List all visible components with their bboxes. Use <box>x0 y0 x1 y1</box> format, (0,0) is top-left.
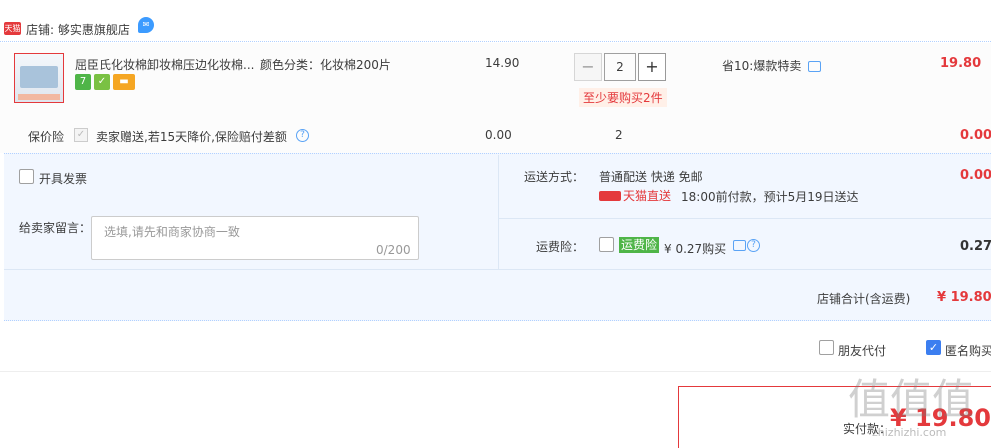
invoice-label[interactable]: 开具发票 <box>39 170 87 187</box>
tmall-direct-text: 天猫直送 <box>623 189 672 203</box>
help-icon[interactable]: ? <box>747 239 760 252</box>
insurance-checkbox: ✓ <box>74 128 88 142</box>
min-quantity-tip: 至少要购买2件 <box>579 88 667 107</box>
help-icon[interactable]: ? <box>296 129 309 142</box>
divider <box>4 269 991 270</box>
unit-price: 14.90 <box>485 56 520 70</box>
divider <box>498 155 499 269</box>
decrease-button[interactable]: − <box>574 53 602 81</box>
chat-bubble-icon[interactable]: ✉ <box>138 17 154 33</box>
insurance-label: 保价险 <box>28 130 65 144</box>
insurance-price: 0.00 <box>485 128 512 142</box>
message-char-count: 0/200 <box>376 243 411 257</box>
product-sku: 颜色分类：化妆棉200片 <box>260 58 391 72</box>
shop-name-link[interactable]: 店铺: 够实惠旗舰店 <box>26 21 130 38</box>
tmall-badge: 天猫 <box>4 22 21 35</box>
product-image-strip <box>18 94 60 100</box>
friend-pay-label[interactable]: 朋友代付 <box>838 342 886 359</box>
increase-button[interactable]: + <box>638 53 666 81</box>
guarantee-icon[interactable]: ✓ <box>94 74 110 90</box>
freight-insurance-label: 运费险： <box>536 240 585 254</box>
shipping-label: 运送方式： <box>524 170 585 184</box>
freight-chat-icon[interactable] <box>733 240 746 251</box>
quantity-stepper: − 2 + <box>574 53 666 81</box>
watermark-url: zhizhizhi.com <box>872 426 947 439</box>
tmall-cat-icon <box>599 190 621 201</box>
freight-insurance-checkbox[interactable] <box>599 237 614 252</box>
shipping-method[interactable]: 普通配送 快递 免邮 <box>599 168 703 185</box>
shipping-eta: 18:00前付款，预计5月19日送达 <box>681 190 859 204</box>
quantity-input[interactable]: 2 <box>604 53 636 81</box>
seven-day-return-icon[interactable]: 7 <box>75 74 91 90</box>
message-placeholder: 选填,请先和商家协商一致 <box>104 225 240 239</box>
service-icons: 7 ✓ ▬ <box>75 74 135 90</box>
item-subtotal: 19.80 <box>940 56 982 71</box>
anonymous-label[interactable]: 匿名购买 <box>945 342 991 359</box>
promo-chat-icon[interactable] <box>808 61 821 72</box>
product-title-link[interactable]: 屈臣氏化妆棉卸妆棉压边化妆棉... <box>75 56 255 73</box>
tmall-direct-logo: 天猫直送 <box>599 187 671 204</box>
insurance-desc: 卖家赠送,若15天降价,保险赔付差额 <box>96 130 287 144</box>
product-image-box <box>20 66 58 88</box>
divider <box>498 218 991 219</box>
freight-insurance-badge: 运费险 <box>619 237 660 253</box>
friend-pay-checkbox[interactable] <box>819 340 834 355</box>
shop-total-label: 店铺合计(含运费) <box>817 292 911 306</box>
freight-insurance-price: ¥ 0.27购买 <box>664 242 727 256</box>
freight-insurance-amount: 0.27 <box>960 239 991 254</box>
insurance-qty: 2 <box>615 128 623 142</box>
shop-total-amount: ¥ 19.80 <box>937 290 991 305</box>
insurance-subtotal: 0.00 <box>960 128 991 143</box>
shipping-fee: 0.00 <box>960 168 991 183</box>
anonymous-checkbox[interactable]: ✓ <box>926 340 941 355</box>
promo-label: 省10:爆款特卖 <box>722 59 802 73</box>
watermark: 值值值 <box>848 375 975 424</box>
message-label: 给卖家留言： <box>19 221 92 235</box>
credit-card-icon[interactable]: ▬ <box>113 74 135 90</box>
invoice-checkbox[interactable] <box>19 169 34 184</box>
